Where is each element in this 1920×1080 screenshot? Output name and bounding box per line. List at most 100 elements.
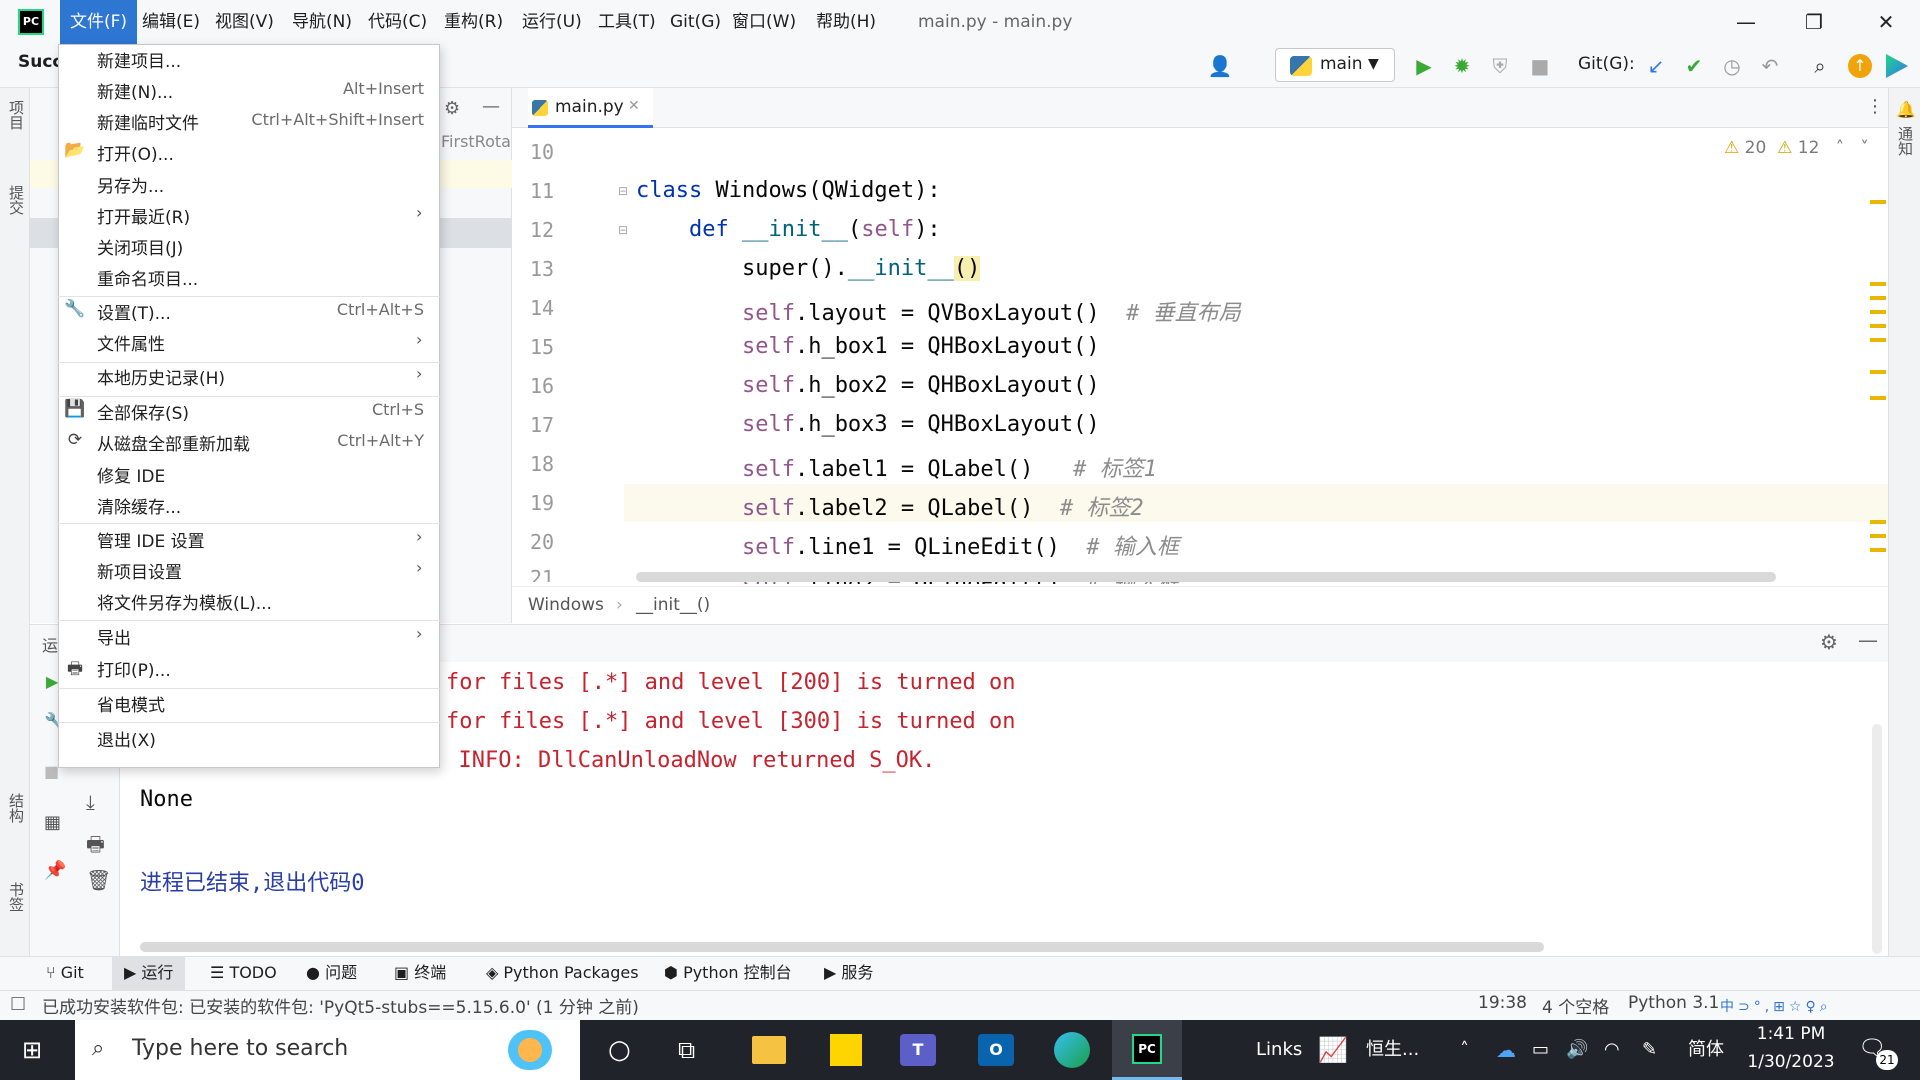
battery-icon[interactable]: ▭ xyxy=(1532,1020,1549,1080)
ime-mode[interactable]: 简体 xyxy=(1688,1020,1724,1080)
bookmarks-tool-tab[interactable]: 书签 xyxy=(6,882,27,912)
links-toolbar[interactable]: Links xyxy=(1256,1020,1302,1080)
volume-icon[interactable]: 🔊 xyxy=(1566,1020,1588,1080)
fold-icon[interactable]: ⊟ xyxy=(618,184,628,198)
tool-tab-python-packages[interactable]: ◈ Python Packages xyxy=(486,956,639,990)
minimize-icon[interactable]: — xyxy=(1712,0,1780,44)
git-commit-icon[interactable]: ✔ xyxy=(1680,52,1708,80)
error-stripe-mark[interactable] xyxy=(1870,296,1886,300)
error-stripe-mark[interactable] xyxy=(1870,324,1886,328)
menu-file[interactable]: 文件(F) xyxy=(60,0,138,44)
code-line-19[interactable]: self.label2 = QLabel() # 标签2 xyxy=(636,490,1144,522)
tab-close-icon[interactable]: ✕ xyxy=(628,98,640,114)
menu-help[interactable]: 帮助(H) xyxy=(806,0,886,44)
rerun-icon[interactable]: ▶ xyxy=(46,672,58,691)
more-icon[interactable]: ⋮ xyxy=(1866,96,1884,117)
tool-tab-todo[interactable]: ☰ TODO xyxy=(210,956,277,990)
code-line-11[interactable]: class Windows(QWidget): xyxy=(636,178,941,203)
code-line-16[interactable]: self.h_box2 = QHBoxLayout() xyxy=(636,373,1100,398)
update-icon[interactable]: ↑ xyxy=(1848,54,1872,78)
notifications-tool-tab[interactable]: 通知 xyxy=(1895,126,1916,156)
project-tool-tab[interactable]: 项目 xyxy=(6,100,27,130)
onedrive-icon[interactable]: ☁ xyxy=(1496,1020,1516,1080)
clock-time[interactable]: 1:41 PM xyxy=(1746,1024,1836,1044)
error-stripe-mark[interactable] xyxy=(1870,548,1886,552)
trash-icon[interactable]: 🗑 xyxy=(86,868,111,892)
tool-tab-git[interactable]: ⑂ Git xyxy=(46,956,84,990)
git-rollback-icon[interactable]: ↶ xyxy=(1756,52,1784,80)
outlook-icon[interactable]: O xyxy=(978,1034,1014,1066)
menu-git[interactable]: Git(G) xyxy=(660,0,731,44)
gear-icon[interactable]: ⚙ xyxy=(444,98,460,119)
clock-date[interactable]: 1/30/2023 xyxy=(1736,1052,1846,1072)
error-stripe-mark[interactable] xyxy=(1870,370,1886,374)
commit-tool-tab[interactable]: 提交 xyxy=(6,185,27,215)
edge-icon[interactable] xyxy=(1054,1032,1090,1068)
stop-icon[interactable]: ■ xyxy=(44,762,59,781)
wifi-icon[interactable]: ◠ xyxy=(1604,1020,1620,1080)
code-line-15[interactable]: self.h_box1 = QHBoxLayout() xyxy=(636,334,1100,359)
status-layout-icon[interactable]: □ xyxy=(10,993,26,1013)
pin-icon[interactable]: 📌 xyxy=(44,860,66,881)
run-icon[interactable]: ▶ xyxy=(1410,52,1438,80)
code-line-14[interactable]: self.layout = QVBoxLayout() # 垂直布局 xyxy=(636,295,1241,327)
task-view-icon[interactable]: ⧉ xyxy=(678,1020,695,1080)
code-line-17[interactable]: self.h_box3 = QHBoxLayout() xyxy=(636,412,1100,437)
menu-navigate[interactable]: 导航(N) xyxy=(282,0,362,44)
menu-tools[interactable]: 工具(T) xyxy=(588,0,666,44)
breadcrumb-method[interactable]: __init__() xyxy=(636,595,710,615)
ime-toolbar[interactable]: 中⊃°,⊞☆♀⌕ xyxy=(1720,996,1910,1016)
user-icon[interactable]: 👤 xyxy=(1206,52,1234,80)
code-line-13[interactable]: super().__init__() xyxy=(636,256,981,281)
console-horizontal-scrollbar[interactable] xyxy=(140,942,1544,952)
status-caret-position[interactable]: 19:38 xyxy=(1478,993,1527,1013)
code-line-12[interactable]: def __init__(self): xyxy=(636,217,941,242)
tray-overflow-icon[interactable]: ˄ xyxy=(1460,1020,1469,1080)
editor-horizontal-scrollbar[interactable] xyxy=(636,572,1776,582)
error-stripe-mark[interactable] xyxy=(1870,282,1886,286)
cortana-icon[interactable]: ○ xyxy=(608,1020,631,1080)
error-stripe-mark[interactable] xyxy=(1870,534,1886,538)
fold-icon[interactable]: ⊟ xyxy=(618,223,628,237)
menu-refactor[interactable]: 重构(R) xyxy=(434,0,513,44)
error-stripe-mark[interactable] xyxy=(1870,310,1886,314)
pycharm-logo-icon[interactable]: PC xyxy=(18,9,44,35)
breadcrumb-class[interactable]: Windows xyxy=(528,595,604,615)
error-stripe-mark[interactable] xyxy=(1870,396,1886,400)
coverage-icon[interactable]: ⛨ xyxy=(1486,52,1514,80)
error-stripe-mark[interactable] xyxy=(1870,520,1886,524)
debug-icon[interactable]: ✹ xyxy=(1448,52,1476,80)
inspection-widget[interactable]: ⚠ 20 ⚠ 12 ˄ ˅ xyxy=(1724,138,1869,158)
structure-tool-tab[interactable]: 结构 xyxy=(6,793,27,823)
status-interpreter[interactable]: Python 3.10 xyxy=(1628,993,1720,1013)
scroll-to-end-icon[interactable]: ⤓ xyxy=(86,790,95,814)
close-icon[interactable]: ✕ xyxy=(1852,0,1920,44)
bell-icon[interactable]: 🔔 xyxy=(1896,100,1916,119)
menu-view[interactable]: 视图(V) xyxy=(205,0,284,44)
tool-tab-run[interactable]: ▶ 运行 xyxy=(112,956,186,990)
menu-run[interactable]: 运行(U) xyxy=(512,0,592,44)
windows-start-icon[interactable]: ⊞ xyxy=(22,1020,42,1080)
menu-edit[interactable]: 编辑(E) xyxy=(132,0,210,44)
sticky-notes-icon[interactable] xyxy=(830,1034,862,1066)
menu-window[interactable]: 窗口(W) xyxy=(722,0,806,44)
stock-widget[interactable]: 恒生... xyxy=(1366,1020,1419,1080)
gear-icon[interactable]: ⚙ xyxy=(1820,630,1838,654)
code-line-18[interactable]: self.label1 = QLabel() # 标签1 xyxy=(636,451,1157,483)
tool-tab-services[interactable]: ▶ 服务 xyxy=(824,956,873,990)
console-vertical-scrollbar[interactable] xyxy=(1872,724,1882,954)
file-explorer-icon[interactable] xyxy=(752,1036,786,1064)
error-stripe-mark[interactable] xyxy=(1870,200,1886,204)
error-stripe-mark[interactable] xyxy=(1870,338,1886,342)
search-icon[interactable]: ⌕ xyxy=(1806,52,1834,80)
layout-icon[interactable]: ▦ xyxy=(44,812,61,833)
tool-tab-terminal[interactable]: ▣ 终端 xyxy=(394,956,446,990)
stop-icon[interactable]: ■ xyxy=(1526,52,1554,80)
tool-tab-problems[interactable]: ● 问题 xyxy=(306,956,357,990)
teams-icon[interactable]: T xyxy=(900,1034,936,1066)
hide-panel-icon[interactable]: — xyxy=(1858,628,1878,652)
git-update-icon[interactable]: ↙ xyxy=(1642,52,1670,80)
status-message[interactable]: 已成功安装软件包: 已安装的软件包: 'PyQt5-stubs==5.15.6.… xyxy=(42,993,639,1018)
status-indent[interactable]: 4 个空格 xyxy=(1542,993,1609,1018)
print-icon[interactable]: 🖶 xyxy=(86,830,105,864)
